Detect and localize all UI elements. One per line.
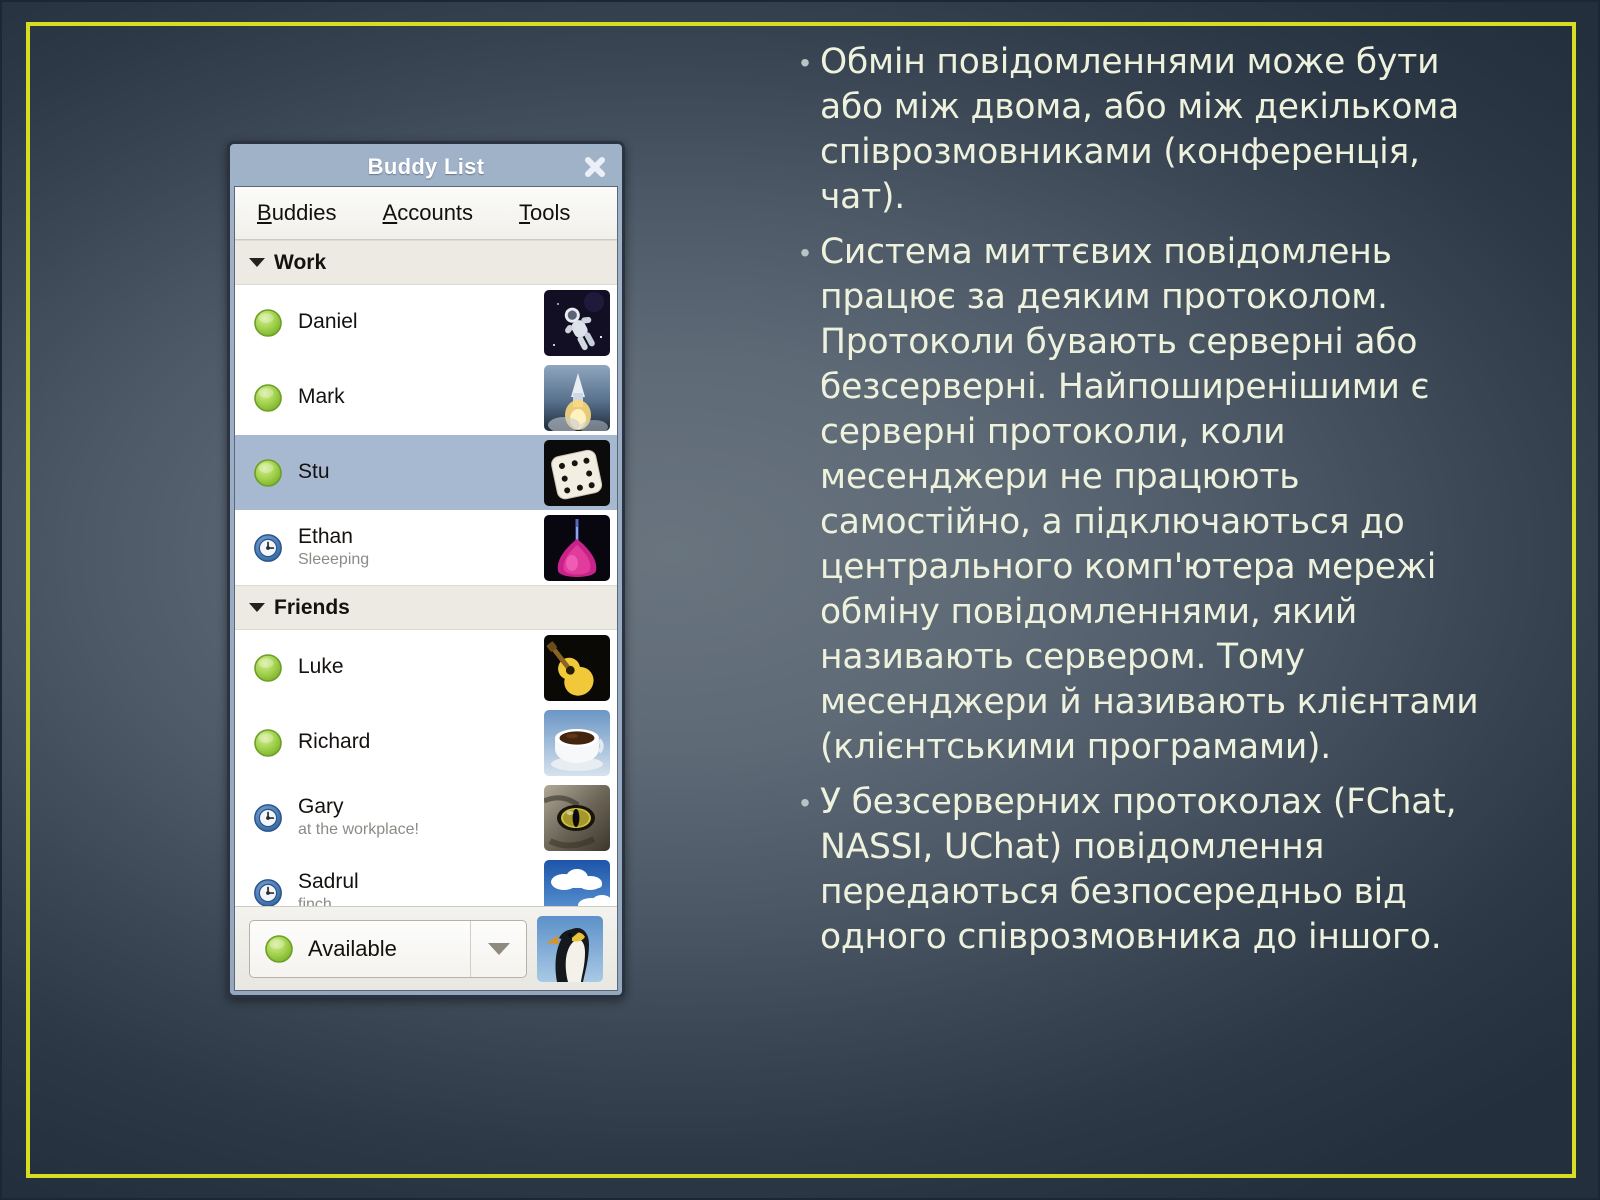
buddy-name: Luke: [298, 655, 344, 679]
status-bar: Available: [235, 906, 617, 990]
menu-accounts-mnemonic: A: [382, 200, 398, 225]
buddy-status-message: finch: [298, 896, 332, 906]
buddy-group-label: Friends: [274, 595, 350, 619]
buddy-avatar: [544, 859, 610, 906]
buddy-row[interactable]: Sadrul finch: [235, 855, 617, 906]
buddy-name: Daniel: [298, 310, 358, 334]
bullet-marker-icon: •: [800, 787, 810, 818]
buddy-avatar: [544, 634, 610, 701]
buddy-avatar: [544, 514, 610, 581]
buddy-avatar: [544, 439, 610, 506]
bullet-item: • Обмін повідомленнями може бути або між …: [790, 40, 1480, 220]
buddy-text: Luke: [298, 655, 544, 679]
menu-tools-label: ools: [530, 200, 571, 225]
status-available-icon: [264, 934, 294, 964]
buddy-list[interactable]: Work Daniel Mark Stu Ethan Sleeeping Friends Lu…: [235, 240, 617, 906]
buddy-name: Gary: [298, 794, 344, 818]
bullet-text-pane: • Обмін повідомленнями може бути або між …: [790, 40, 1480, 1150]
buddy-group-header-friends[interactable]: Friends: [235, 585, 617, 630]
status-available-icon: [253, 458, 283, 488]
bullet-paragraph: Система миттєвих повідомлень працює за д…: [820, 232, 1479, 767]
buddy-avatar: [544, 364, 610, 431]
menu-buddies[interactable]: Buddies: [257, 200, 337, 226]
bullet-marker-icon: •: [800, 237, 810, 268]
menu-accounts[interactable]: Accounts: [383, 200, 474, 226]
buddy-avatar: [544, 784, 610, 851]
menu-buddies-label: uddies: [271, 200, 337, 225]
buddy-status-message: Sleeeping: [298, 551, 370, 569]
menu-tools[interactable]: Tools: [519, 200, 570, 226]
window-body: Buddies Accounts Tools Work Daniel Mark Stu…: [234, 186, 618, 991]
buddy-row[interactable]: Mark: [235, 360, 617, 435]
buddy-status-message: at the workplace!: [298, 821, 419, 839]
buddy-row[interactable]: Gary at the workplace!: [235, 780, 617, 855]
close-icon[interactable]: [580, 152, 610, 182]
menubar: Buddies Accounts Tools: [235, 187, 617, 240]
buddy-name: Mark: [298, 385, 345, 409]
buddy-text: Stu: [298, 460, 544, 484]
buddy-name: Ethan: [298, 524, 353, 548]
menu-accounts-label: ccounts: [397, 200, 474, 225]
status-away-icon: [253, 878, 283, 906]
buddy-text: Ethan Sleeeping: [298, 525, 544, 570]
buddy-list-window[interactable]: Buddy List Buddies Accounts Tools Work Da…: [227, 141, 625, 998]
buddy-text: Sadrul finch: [298, 870, 544, 906]
status-available-icon: [253, 308, 283, 338]
buddy-row[interactable]: Stu: [235, 435, 617, 510]
bullet-item: • У безсерверних протоколах (FChat, NASSI…: [790, 780, 1480, 960]
bullet-marker-icon: •: [800, 47, 810, 78]
buddy-group-header-work[interactable]: Work: [235, 240, 617, 285]
status-away-icon: [253, 803, 283, 833]
buddy-row[interactable]: Richard: [235, 705, 617, 780]
buddy-name: Richard: [298, 730, 371, 754]
status-available-icon: [253, 383, 283, 413]
window-titlebar: Buddy List: [234, 148, 618, 186]
status-available-icon: [253, 728, 283, 758]
slide-background: Buddy List Buddies Accounts Tools Work Da…: [0, 0, 1600, 1200]
buddy-name: Sadrul: [298, 869, 359, 893]
chevron-down-icon[interactable]: [470, 920, 526, 977]
buddy-text: Daniel: [298, 310, 544, 334]
buddy-text: Gary at the workplace!: [298, 795, 544, 840]
menu-buddies-mnemonic: B: [257, 200, 272, 225]
bullet-paragraph: Обмін повідомленнями може бути або між д…: [820, 42, 1460, 217]
buddy-avatar: [544, 709, 610, 776]
status-selector[interactable]: Available: [249, 919, 527, 978]
account-avatar[interactable]: [537, 915, 603, 982]
menu-tools-mnemonic: T: [519, 200, 531, 225]
buddy-name: Stu: [298, 460, 330, 484]
buddy-group-label: Work: [274, 250, 327, 274]
buddy-text: Richard: [298, 730, 544, 754]
chevron-down-icon: [249, 258, 265, 267]
status-available-icon: [253, 653, 283, 683]
chevron-down-icon: [249, 603, 265, 612]
status-away-icon: [253, 533, 283, 563]
bullet-item: • Система миттєвих повідомлень працює за …: [790, 230, 1480, 770]
buddy-row[interactable]: Ethan Sleeeping: [235, 510, 617, 585]
buddy-row[interactable]: Luke: [235, 630, 617, 705]
bullet-paragraph: У безсерверних протоколах (FChat, NASSI,…: [820, 782, 1457, 957]
window-title: Buddy List: [367, 154, 485, 179]
buddy-row[interactable]: Daniel: [235, 285, 617, 360]
buddy-avatar: [544, 289, 610, 356]
status-selector-value: Available: [308, 935, 397, 961]
buddy-text: Mark: [298, 385, 544, 409]
